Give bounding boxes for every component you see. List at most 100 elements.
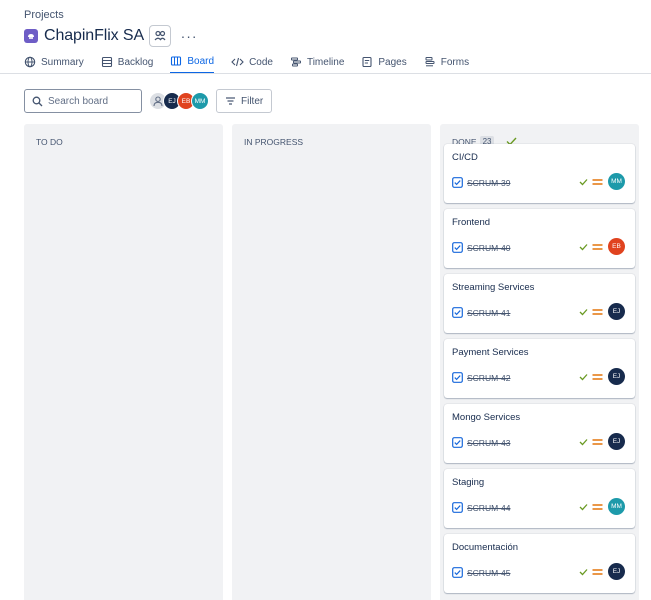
issue-card[interactable]: CI/CD SCRUM-39 MM xyxy=(444,144,635,203)
avatar-mm[interactable]: MM xyxy=(191,92,209,110)
tab-pages-label: Pages xyxy=(378,56,407,68)
filter-icon xyxy=(226,97,235,105)
issue-card-title: Documentación xyxy=(452,542,519,553)
assignee-avatar[interactable]: MM xyxy=(608,173,625,190)
issue-card-title: Payment Services xyxy=(452,347,529,358)
tab-pages[interactable]: Pages xyxy=(361,52,407,72)
team-button[interactable] xyxy=(149,25,172,47)
issue-card-key[interactable]: SCRUM-44 xyxy=(467,503,510,513)
column-in-progress-header[interactable]: IN PROGRESS xyxy=(232,124,431,159)
column-in-progress: IN PROGRESS xyxy=(232,124,431,600)
story-checkbox-icon xyxy=(452,242,463,253)
tab-summary[interactable]: Summary xyxy=(24,52,84,72)
search-input[interactable] xyxy=(48,95,138,107)
tab-board[interactable]: Board xyxy=(170,52,215,74)
done-status-icon xyxy=(579,438,588,445)
issue-card-title: Mongo Services xyxy=(452,412,521,423)
issue-card[interactable]: Documentación SCRUM-45 EJ xyxy=(444,534,635,593)
filter-button[interactable]: Filter xyxy=(216,89,273,113)
tab-timeline-label: Timeline xyxy=(306,56,345,68)
column-todo-header[interactable]: TO DO xyxy=(24,124,223,159)
filter-label: Filter xyxy=(241,95,264,107)
priority-medium-icon xyxy=(592,568,603,575)
priority-medium-icon xyxy=(592,178,603,185)
board-toolbar: EJ EB MM Filter xyxy=(24,89,273,113)
globe-icon xyxy=(24,56,36,68)
issue-card[interactable]: Frontend SCRUM-40 EB xyxy=(444,209,635,268)
tab-forms-label: Forms xyxy=(440,56,470,68)
issue-card-meta: MM xyxy=(579,498,625,515)
issue-card-key-row: SCRUM-39 xyxy=(452,177,510,188)
issue-card-key-row: SCRUM-43 xyxy=(452,437,510,448)
story-checkbox-icon xyxy=(452,372,463,383)
assignee-avatar[interactable]: EB xyxy=(608,238,625,255)
issue-card-key[interactable]: SCRUM-41 xyxy=(467,308,510,318)
story-checkbox-icon xyxy=(452,502,463,513)
issue-card-key[interactable]: SCRUM-42 xyxy=(467,373,510,383)
story-checkbox-icon xyxy=(452,567,463,578)
column-todo-title: TO DO xyxy=(36,136,63,147)
assignee-avatar[interactable]: EJ xyxy=(608,563,625,580)
column-todo: TO DO xyxy=(24,124,223,600)
issue-card-title: CI/CD xyxy=(452,152,478,163)
column-in-progress-title: IN PROGRESS xyxy=(244,136,304,147)
forms-icon xyxy=(425,57,435,67)
project-title: ChapinFlix SA xyxy=(44,27,145,44)
column-done: DONE 23 CI/CD SCRUM-39 MM Frontend SCRUM-40 E… xyxy=(440,124,639,600)
tab-forms[interactable]: Forms xyxy=(424,52,469,72)
priority-medium-icon xyxy=(592,373,603,380)
tab-code[interactable]: Code xyxy=(231,52,273,72)
project-header: ChapinFlix SA ··· xyxy=(24,25,199,47)
done-status-icon xyxy=(579,243,588,250)
assignee-avatar[interactable]: EJ xyxy=(608,433,625,450)
assignee-avatar[interactable]: EJ xyxy=(608,303,625,320)
priority-medium-icon xyxy=(592,503,603,510)
issue-card-key-row: SCRUM-42 xyxy=(452,372,510,383)
issue-card-key[interactable]: SCRUM-45 xyxy=(467,568,510,578)
priority-medium-icon xyxy=(592,438,603,445)
issue-card[interactable]: Streaming Services SCRUM-41 EJ xyxy=(444,274,635,333)
search-box[interactable] xyxy=(24,89,142,113)
issue-card-key[interactable]: SCRUM-43 xyxy=(467,438,510,448)
breadcrumb[interactable]: Projects xyxy=(24,9,64,21)
tab-code-label: Code xyxy=(249,56,273,68)
tab-timeline[interactable]: Timeline xyxy=(290,52,344,72)
story-checkbox-icon xyxy=(452,437,463,448)
done-status-icon xyxy=(579,503,588,510)
issue-card-meta: EJ xyxy=(579,303,625,320)
issue-card-key-row: SCRUM-45 xyxy=(452,567,510,578)
pages-icon xyxy=(362,56,372,68)
project-tabs: Summary Backlog Board Code Timeline Page… xyxy=(24,52,486,74)
issue-card-meta: EJ xyxy=(579,433,625,450)
issue-card-title: Frontend xyxy=(452,217,491,228)
tab-backlog[interactable]: Backlog xyxy=(101,52,153,72)
tabs-divider xyxy=(0,73,651,74)
priority-medium-icon xyxy=(592,308,603,315)
more-actions-button[interactable]: ··· xyxy=(179,26,199,46)
issue-card[interactable]: Staging SCRUM-44 MM xyxy=(444,469,635,528)
assignee-avatar[interactable]: EJ xyxy=(608,368,625,385)
issue-card-key-row: SCRUM-44 xyxy=(452,502,510,513)
project-avatar-icon xyxy=(24,29,38,43)
assignee-avatar[interactable]: MM xyxy=(608,498,625,515)
done-status-icon xyxy=(579,178,588,185)
priority-medium-icon xyxy=(592,243,603,250)
issue-card-title: Staging xyxy=(452,477,485,488)
backlog-icon xyxy=(101,56,112,68)
issue-card-key-row: SCRUM-40 xyxy=(452,242,510,253)
done-cards-list: CI/CD SCRUM-39 MM Frontend SCRUM-40 EB Streami… xyxy=(444,144,635,599)
tab-board-label: Board xyxy=(187,55,215,67)
issue-card[interactable]: Mongo Services SCRUM-43 EJ xyxy=(444,404,635,463)
people-icon xyxy=(154,30,166,41)
issue-card-key[interactable]: SCRUM-40 xyxy=(467,243,510,253)
issue-card-key[interactable]: SCRUM-39 xyxy=(467,178,510,188)
code-icon xyxy=(231,57,244,67)
search-icon xyxy=(32,96,43,106)
board-icon xyxy=(171,56,182,66)
done-status-icon xyxy=(579,568,588,575)
issue-card[interactable]: Payment Services SCRUM-42 EJ xyxy=(444,339,635,398)
done-status-icon xyxy=(579,308,588,315)
done-status-icon xyxy=(579,373,588,380)
issue-card-key-row: SCRUM-41 xyxy=(452,307,510,318)
issue-card-meta: MM xyxy=(579,173,625,190)
